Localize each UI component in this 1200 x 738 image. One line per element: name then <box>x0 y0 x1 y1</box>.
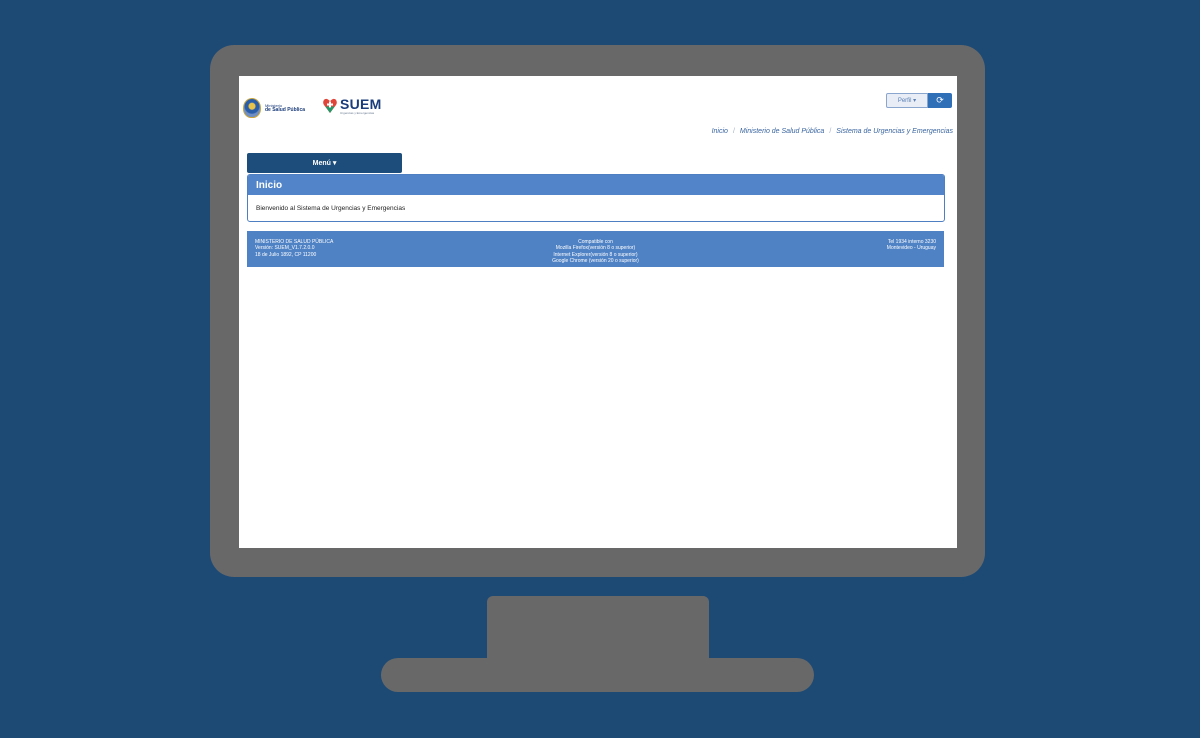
welcome-text: Bienvenido al Sistema de Urgencias y Eme… <box>256 204 406 212</box>
breadcrumb-item-ministry[interactable]: Ministerio de Salud Pública <box>740 128 824 135</box>
breadcrumb-separator: / <box>829 128 832 135</box>
monitor-neck <box>487 596 709 658</box>
profile-dropdown-button[interactable]: Perfil ▾ <box>886 93 928 108</box>
logout-button[interactable]: ⟳ <box>928 93 952 108</box>
suem-heart-icon <box>323 98 337 114</box>
monitor-frame: Ministerio de Salud Pública SUEM Urgenci… <box>210 45 985 577</box>
breadcrumb-item-system[interactable]: Sistema de Urgencias y Emergencias <box>836 128 953 135</box>
footer-compat-chrome: Google Chrome (versión 20 o superior) <box>552 257 639 264</box>
breadcrumb: Inicio / Ministerio de Salud Pública / Siste… <box>712 128 953 135</box>
monitor-base <box>381 658 814 692</box>
page-header: Ministerio de Salud Pública SUEM Urgenci… <box>239 76 957 136</box>
page-footer: MINISTERIO DE SALUD PÚBLICA Versión: SUE… <box>247 231 944 267</box>
footer-compatibility: Compatible con Mozilla Firefox(versión 8… <box>247 239 944 264</box>
suem-logo[interactable]: SUEM Urgencias y Emergencias <box>323 97 382 115</box>
logout-icon: ⟳ <box>936 95 944 105</box>
suem-logo-title: SUEM <box>340 96 382 112</box>
footer-contact: Tel 1934 interno 3230 Montevideo - Urugu… <box>887 239 936 252</box>
uruguay-seal-icon <box>243 98 261 118</box>
msp-logo-line2: de Salud Pública <box>265 106 306 113</box>
browser-screen: Ministerio de Salud Pública SUEM Urgenci… <box>239 76 957 548</box>
msp-logo[interactable]: Ministerio de Salud Pública <box>243 98 305 118</box>
breadcrumb-item-home[interactable]: Inicio <box>712 128 728 135</box>
suem-logo-subtitle: Urgencias y Emergencias <box>340 111 375 115</box>
breadcrumb-separator: / <box>732 128 735 135</box>
home-panel: Inicio Bienvenido al Sistema de Urgencia… <box>247 174 945 222</box>
user-button-group: Perfil ▾ ⟳ <box>886 93 952 108</box>
footer-location: Montevideo - Uruguay <box>886 245 936 252</box>
panel-title: Inicio <box>248 175 944 195</box>
main-menu-button[interactable]: Menú ▾ <box>247 153 402 173</box>
